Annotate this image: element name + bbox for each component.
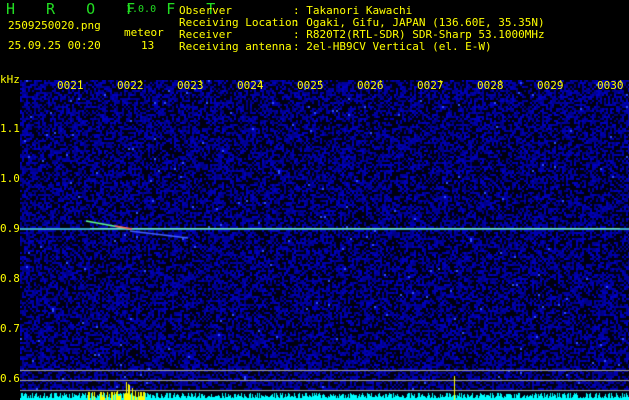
file-datetime: 25.09.25 00:20	[8, 39, 101, 52]
spectrogram	[20, 80, 629, 400]
x-tick-label: 0022	[117, 79, 144, 92]
x-tick-label: 0021	[57, 79, 84, 92]
y-tick-label: 1.0	[0, 172, 20, 185]
file-name: 2509250020.png	[8, 19, 101, 32]
x-tick-label: 0028	[477, 79, 504, 92]
y-tick-label: 0.8	[0, 272, 20, 285]
info-antenna-label: Receiving antenna	[179, 40, 292, 53]
x-tick-label: 0024	[237, 79, 264, 92]
x-tick-label: 0023	[177, 79, 204, 92]
hrofft-window: H R O F F T 1.0.0 2509250020.png 25.09.2…	[0, 0, 629, 400]
x-tick-label: 0030	[597, 79, 624, 92]
y-tick-label: 0.7	[0, 322, 20, 335]
app-version: 1.0.0	[126, 4, 157, 15]
x-tick-label: 0027	[417, 79, 444, 92]
x-tick-label: 0029	[537, 79, 564, 92]
y-axis-unit: kHz	[0, 73, 20, 86]
meteor-label: meteor	[124, 26, 164, 39]
y-tick-label: 0.6	[0, 372, 20, 385]
meteor-count: 13	[141, 39, 155, 52]
x-tick-label: 0026	[357, 79, 384, 92]
info-antenna-value: : 2el-HB9CV Vertical (el. E-W)	[293, 40, 492, 53]
x-tick-label: 0025	[297, 79, 324, 92]
y-tick-label: 1.1	[0, 122, 20, 135]
y-tick-label: 0.9	[0, 222, 20, 235]
